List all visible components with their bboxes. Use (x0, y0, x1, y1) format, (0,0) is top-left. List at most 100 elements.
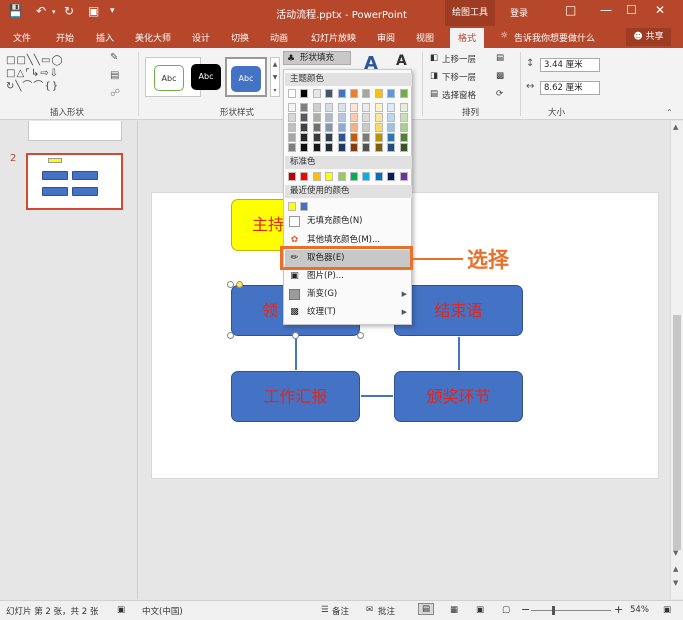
texture-fill-item[interactable]: ▩ 纹理(T) ▶ (285, 304, 412, 321)
tab-file[interactable]: 文件 (13, 31, 31, 44)
slideshow-view-icon[interactable]: ▢ (502, 605, 510, 615)
reading-view-icon[interactable]: ▣ (476, 605, 484, 615)
maximize-icon[interactable]: ☐ (626, 3, 637, 17)
theme-shade-swatch[interactable] (399, 143, 408, 152)
theme-color-swatch[interactable] (300, 89, 309, 98)
previous-slide-icon[interactable]: ▲ (673, 565, 678, 573)
align-icon[interactable]: ▤ (496, 53, 504, 63)
tab-insert[interactable]: 插入 (96, 31, 114, 44)
theme-shade-swatch[interactable] (387, 143, 396, 152)
theme-shade-swatch[interactable] (350, 123, 358, 132)
theme-color-swatch[interactable] (337, 89, 346, 98)
theme-shade-swatch[interactable] (325, 123, 334, 132)
spellcheck-icon[interactable]: ▣ (117, 605, 125, 615)
picture-fill-item[interactable]: ▣ 图片(P)... (285, 268, 412, 285)
node-host[interactable]: 主持 (231, 199, 291, 251)
theme-shade-swatch[interactable] (288, 133, 296, 142)
theme-shade-swatch[interactable] (325, 113, 334, 122)
shape-width-field[interactable]: 8.62 厘米 (540, 81, 600, 95)
next-slide-icon[interactable]: ▼ (673, 579, 678, 587)
theme-color-swatch[interactable] (288, 89, 296, 98)
resize-handle[interactable] (227, 332, 234, 339)
theme-shade-swatch[interactable] (387, 123, 396, 132)
theme-shade-swatch[interactable] (300, 103, 309, 112)
tab-review[interactable]: 审阅 (377, 31, 395, 44)
theme-shade-swatch[interactable] (288, 143, 296, 152)
tab-format[interactable]: 格式 (450, 28, 485, 48)
slide-thumbnail-2[interactable] (26, 153, 123, 210)
theme-shade-swatch[interactable] (300, 113, 309, 122)
theme-shade-swatch[interactable] (362, 133, 371, 142)
theme-shade-swatch[interactable] (387, 103, 396, 112)
comments-button[interactable]: 批注 (378, 605, 395, 617)
theme-shade-swatch[interactable] (325, 103, 334, 112)
selection-pane-button[interactable]: 选择窗格 (442, 89, 476, 101)
theme-shade-swatch[interactable] (399, 103, 408, 112)
theme-color-swatch[interactable] (325, 89, 334, 98)
edit-shape-icon[interactable]: ✎ (110, 52, 118, 63)
theme-shade-swatch[interactable] (312, 143, 321, 152)
login-link[interactable]: 登录 (510, 6, 528, 19)
standard-color-swatch[interactable] (312, 172, 321, 181)
tab-design[interactable]: 设计 (192, 31, 210, 44)
theme-shade-swatch[interactable] (312, 103, 321, 112)
tell-me-search[interactable]: 告诉我你想要做什么 (514, 31, 595, 44)
resize-handle[interactable] (357, 332, 364, 339)
standard-color-swatch[interactable] (374, 172, 383, 181)
ribbon-display-icon[interactable]: □ (565, 3, 576, 17)
standard-color-swatch[interactable] (325, 172, 334, 181)
language-status[interactable]: 中文(中国) (142, 605, 183, 617)
standard-color-swatch[interactable] (337, 172, 346, 181)
theme-shade-swatch[interactable] (350, 103, 358, 112)
slide-thumbnail-1[interactable] (28, 121, 122, 141)
resize-handle[interactable] (227, 281, 234, 288)
theme-shade-swatch[interactable] (399, 113, 408, 122)
theme-color-swatch[interactable] (374, 89, 383, 98)
node-closing[interactable]: 结束语 (394, 285, 523, 336)
notes-button[interactable]: 备注 (332, 605, 349, 617)
minimize-icon[interactable]: — (600, 3, 612, 17)
shape-height-field[interactable]: 3.44 厘米 (540, 58, 600, 72)
text-fill-icon[interactable]: A (396, 53, 407, 69)
theme-shade-swatch[interactable] (362, 143, 371, 152)
theme-shade-swatch[interactable] (300, 123, 309, 132)
tab-transitions[interactable]: 切换 (231, 31, 249, 44)
theme-shade-swatch[interactable] (337, 133, 346, 142)
theme-shade-swatch[interactable] (300, 143, 309, 152)
zoom-slider-knob[interactable] (552, 606, 555, 615)
theme-shade-swatch[interactable] (374, 113, 383, 122)
standard-color-swatch[interactable] (399, 172, 408, 181)
bring-forward-button[interactable]: 上移一层 (442, 53, 476, 65)
theme-color-swatch[interactable] (362, 89, 371, 98)
theme-shade-swatch[interactable] (337, 103, 346, 112)
theme-color-swatch[interactable] (387, 89, 396, 98)
tab-beautify[interactable]: 美化大师 (135, 31, 171, 44)
node-work-report[interactable]: 工作汇报 (231, 371, 360, 422)
merge-shapes-icon[interactable]: ☍ (110, 88, 120, 99)
standard-color-swatch[interactable] (362, 172, 371, 181)
theme-shade-swatch[interactable] (374, 123, 383, 132)
vertical-scrollbar[interactable]: ▲ ▼ ▲ ▼ (670, 121, 683, 599)
theme-shade-swatch[interactable] (337, 113, 346, 122)
theme-shade-swatch[interactable] (350, 113, 358, 122)
theme-shade-swatch[interactable] (300, 133, 309, 142)
style-sample-3[interactable]: Abc (225, 57, 267, 97)
zoom-level[interactable]: 54% (630, 605, 649, 615)
shape-fill-button[interactable]: ♣ 形状填充 (283, 51, 351, 65)
tab-view[interactable]: 视图 (416, 31, 434, 44)
standard-color-swatch[interactable] (288, 172, 296, 181)
share-button[interactable]: ☻ 共享 (626, 28, 671, 46)
theme-shade-swatch[interactable] (362, 113, 371, 122)
theme-shade-swatch[interactable] (350, 143, 358, 152)
node-award[interactable]: 颁奖环节 (394, 371, 523, 422)
shapes-gallery[interactable]: □□╲╲▭◯ □△⌜↳⇨⇩ ↻╲⌒⌒{} (6, 54, 104, 93)
theme-shade-swatch[interactable] (399, 133, 408, 142)
style-gallery-scroll[interactable]: ▲ ▼ ▾ (270, 57, 280, 97)
theme-shade-swatch[interactable] (288, 113, 296, 122)
theme-shade-swatch[interactable] (288, 123, 296, 132)
theme-shade-swatch[interactable] (387, 113, 396, 122)
rotation-handle[interactable] (236, 281, 243, 288)
theme-shade-swatch[interactable] (374, 143, 383, 152)
collapse-ribbon-icon[interactable]: ⌃ (666, 108, 673, 117)
theme-shade-swatch[interactable] (312, 113, 321, 122)
